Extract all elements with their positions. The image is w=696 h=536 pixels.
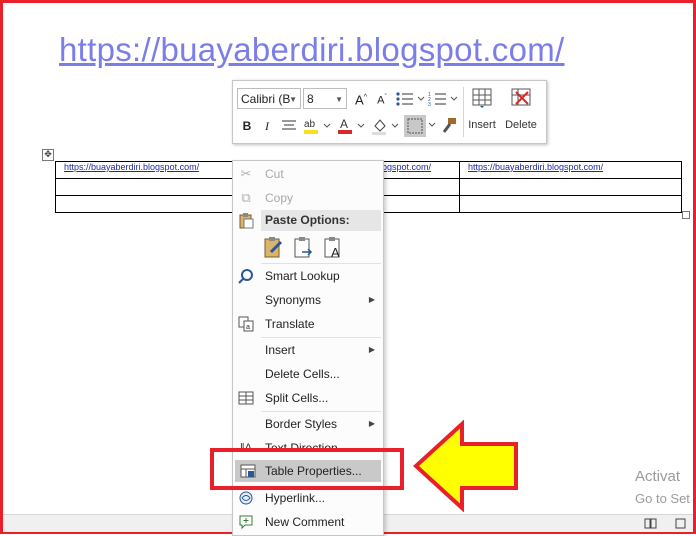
borders-icon: [407, 118, 423, 134]
menu-item-label: Border Styles: [265, 417, 338, 431]
mini-toolbar: Calibri (B ▼ 8 ▼ A^ Aˇ 123 B I ab A Inse…: [232, 80, 547, 144]
table-cell[interactable]: [55, 178, 250, 196]
comment-icon: [238, 514, 254, 530]
svg-text:A: A: [340, 117, 348, 131]
highlight-color-icon[interactable]: ab: [303, 116, 331, 136]
copy-icon: ⧉: [241, 190, 251, 205]
table-cell[interactable]: https://buayaberdiri.blogspot.com/: [55, 161, 250, 179]
font-name-value: Calibri (B: [241, 92, 291, 106]
insert-table-button[interactable]: Insert: [462, 87, 502, 131]
menu-divider: [261, 411, 381, 412]
menu-item-border-styles[interactable]: Border Styles ▶: [233, 413, 383, 435]
table-cell[interactable]: https://buayaberdiri.blogspot.com/: [459, 161, 682, 179]
table-resize-handle[interactable]: [682, 211, 690, 219]
svg-text:A: A: [331, 245, 340, 260]
menu-item-label: Translate: [265, 317, 315, 331]
table-cell[interactable]: [459, 195, 682, 213]
svg-text:3: 3: [428, 102, 431, 107]
chevron-down-icon: ▼: [335, 95, 343, 104]
font-size-value: 8: [307, 92, 314, 106]
bold-icon[interactable]: B: [239, 116, 255, 136]
menu-item-label: Delete Cells...: [265, 367, 340, 381]
font-color-icon[interactable]: A: [337, 116, 365, 136]
paste-keep-formatting-icon[interactable]: [263, 236, 285, 260]
split-cells-icon: [238, 390, 254, 406]
translate-icon: a: [238, 316, 254, 332]
svg-text:ab: ab: [304, 119, 316, 130]
search-icon: [238, 268, 254, 284]
menu-item-label: Split Cells...: [265, 391, 329, 405]
shading-icon[interactable]: [371, 116, 399, 136]
menu-item-delete-cells[interactable]: Delete Cells...: [233, 363, 383, 385]
menu-item-split-cells[interactable]: Split Cells...: [233, 387, 383, 409]
paste-merge-formatting-icon[interactable]: [293, 236, 315, 260]
menu-item-label: Copy: [265, 191, 294, 205]
menu-item-label: Synonyms: [265, 293, 322, 307]
center-align-icon[interactable]: [281, 119, 297, 133]
menu-divider: [261, 337, 381, 338]
table-cell[interactable]: [55, 195, 250, 213]
scissors-icon: ✂: [240, 166, 252, 181]
chevron-down-icon: ▼: [289, 95, 297, 104]
menu-item-new-comment[interactable]: New Comment: [233, 511, 383, 533]
menu-item-label: Cut: [265, 167, 284, 181]
submenu-arrow-icon: ▶: [368, 295, 375, 304]
menu-item-label: Insert: [265, 343, 296, 357]
font-size-select[interactable]: 8 ▼: [303, 88, 347, 109]
delete-label: Delete: [505, 119, 537, 131]
submenu-arrow-icon: ▶: [368, 419, 375, 428]
bullets-icon[interactable]: [395, 91, 425, 107]
numbering-icon[interactable]: 123: [428, 91, 458, 107]
menu-item-cut[interactable]: ✂ Cut: [233, 163, 383, 185]
cell-link[interactable]: logspot.com/: [380, 162, 431, 172]
insert-table-icon: [472, 88, 492, 108]
submenu-arrow-icon: ▶: [368, 345, 375, 354]
menu-item-hyperlink[interactable]: Hyperlink...: [233, 487, 383, 509]
borders-button[interactable]: [404, 115, 426, 137]
table-move-handle[interactable]: ✥: [42, 149, 54, 161]
font-name-select[interactable]: Calibri (B ▼: [237, 88, 301, 109]
italic-icon[interactable]: I: [259, 116, 275, 136]
menu-item-label: New Comment: [265, 515, 345, 529]
read-mode-icon[interactable]: [644, 518, 658, 529]
format-painter-icon[interactable]: [438, 115, 460, 137]
delete-table-button[interactable]: Delete: [501, 87, 541, 131]
paste-icon: [238, 213, 254, 229]
svg-text:a: a: [246, 324, 250, 331]
grow-font-icon[interactable]: A^: [352, 88, 370, 110]
link-icon: [238, 490, 254, 506]
paste-options-header: Paste Options:: [261, 210, 381, 231]
table-cell[interactable]: [459, 178, 682, 196]
activate-windows-watermark: Activat Go to Set: [635, 466, 690, 510]
menu-item-label: Smart Lookup: [265, 269, 340, 283]
menu-item-smart-lookup[interactable]: Smart Lookup: [233, 265, 383, 287]
menu-item-synonyms[interactable]: Synonyms ▶: [233, 289, 383, 311]
paste-text-only-icon[interactable]: A: [323, 236, 345, 260]
paste-options-label: Paste Options:: [265, 213, 350, 227]
activate-line1: Activat: [635, 468, 681, 485]
menu-divider: [261, 263, 381, 264]
insert-label: Insert: [468, 119, 496, 131]
cell-link[interactable]: https://buayaberdiri.blogspot.com/: [468, 162, 603, 172]
activate-line2: Go to Set: [635, 491, 690, 506]
pointer-arrow-icon: [413, 420, 518, 512]
menu-item-insert[interactable]: Insert ▶: [233, 339, 383, 361]
print-layout-icon[interactable]: [675, 518, 687, 529]
menu-item-label: Hyperlink...: [265, 491, 326, 505]
shrink-font-icon[interactable]: Aˇ: [373, 88, 391, 111]
menu-item-translate[interactable]: a Translate: [233, 313, 383, 335]
cell-link[interactable]: https://buayaberdiri.blogspot.com/: [64, 162, 199, 172]
heading-link[interactable]: https://buayaberdiri.blogspot.com/: [59, 31, 564, 69]
delete-table-icon: [511, 88, 531, 106]
highlight-box: [210, 448, 404, 490]
chevron-down-icon[interactable]: [428, 121, 436, 129]
menu-item-copy[interactable]: ⧉ Copy: [233, 187, 383, 209]
